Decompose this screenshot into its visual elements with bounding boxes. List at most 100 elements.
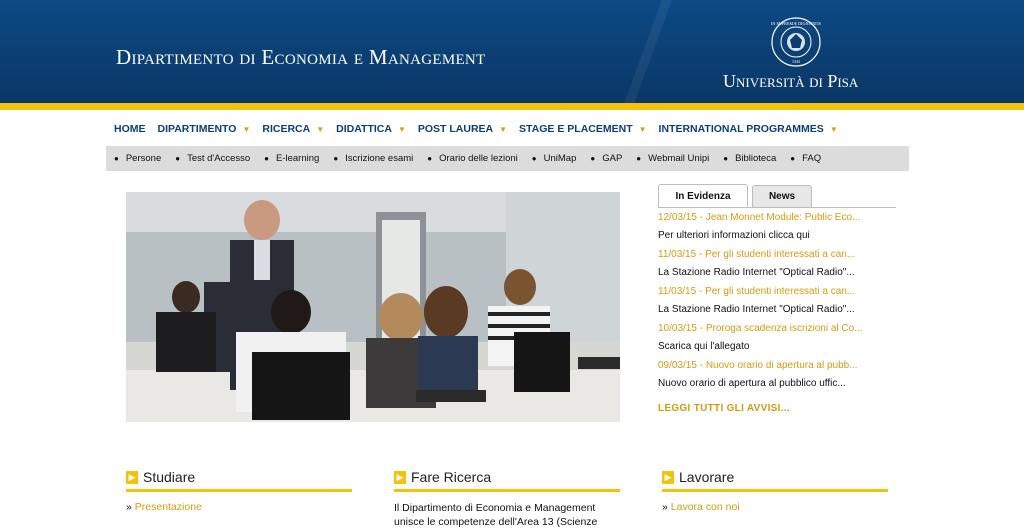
quicklink-iscrizione-esami[interactable]: ● Iscrizione esami bbox=[333, 153, 413, 164]
read-all-link[interactable]: LEGGI TUTTI GLI AVVISI... bbox=[658, 403, 790, 414]
nav-label: DIPARTIMENTO bbox=[157, 123, 237, 135]
nav-label: DIDATTICA bbox=[336, 123, 392, 135]
section-link[interactable]: » Presentazione bbox=[126, 501, 352, 513]
bullet-icon: ● bbox=[590, 154, 596, 163]
news-description: La Stazione Radio Internet "Optical Radi… bbox=[658, 267, 855, 278]
section-underline bbox=[394, 489, 620, 492]
link-lavora-con-noi[interactable]: Lavora con noi bbox=[671, 501, 740, 513]
department-title[interactable]: Dipartimento di Economia e Management bbox=[116, 45, 486, 70]
site-header: Dipartimento di Economia e Management IN… bbox=[0, 0, 1024, 103]
bullet-icon: ● bbox=[175, 154, 181, 163]
bullet-icon: ● bbox=[114, 154, 119, 163]
section-title[interactable]: Studiare bbox=[143, 469, 195, 485]
bullet-icon: ● bbox=[264, 154, 269, 163]
quicklink-persone[interactable]: ● Persone bbox=[114, 153, 161, 164]
quicklink-label: Test d'Accesso bbox=[187, 153, 251, 164]
chevron-down-icon: ▼ bbox=[242, 124, 251, 134]
main-navigation: HOME DIPARTIMENTO ▼ RICERCA ▼ DIDATTICA ▼ P… bbox=[114, 122, 850, 136]
section-studiare: ▶ Studiare » Presentazione bbox=[126, 468, 352, 513]
nav-didattica[interactable]: DIDATTICA ▼ bbox=[336, 123, 406, 135]
nav-label: RICERCA bbox=[262, 123, 311, 135]
quicklink-biblioteca[interactable]: ● Biblioteca bbox=[723, 153, 776, 164]
classroom-photo bbox=[126, 192, 620, 422]
nav-post-laurea[interactable]: POST LAUREA ▼ bbox=[418, 123, 507, 135]
section-lavorare: ▶ Lavorare » Lavora con noi bbox=[662, 468, 888, 513]
chevron-down-icon: ▼ bbox=[499, 124, 508, 134]
section-link[interactable]: » Lavora con noi bbox=[662, 501, 888, 513]
quicklink-orario-lezioni[interactable]: ● Orario delle lezioni bbox=[427, 153, 518, 164]
nav-international-programmes[interactable]: INTERNATIONAL PROGRAMMES ▼ bbox=[659, 123, 838, 135]
quicklink-e-learning[interactable]: ● E-learning bbox=[264, 153, 319, 164]
bullet-icon: ● bbox=[427, 154, 433, 163]
news-item: 12/03/15 - Jean Monnet Module: Public Ec… bbox=[658, 212, 898, 243]
section-title[interactable]: Lavorare bbox=[679, 469, 734, 485]
bullet-icon: ● bbox=[723, 154, 729, 163]
section-title[interactable]: Fare Ricerca bbox=[411, 469, 491, 485]
bullet-icon: ● bbox=[636, 154, 642, 163]
news-description: Nuovo orario di apertura al pubblico uff… bbox=[658, 378, 846, 389]
nav-ricerca[interactable]: RICERCA ▼ bbox=[262, 123, 324, 135]
news-title[interactable]: 11/03/15 - Per gli studenti interessati … bbox=[658, 249, 898, 262]
section-header: ▶ Fare Ricerca bbox=[394, 468, 620, 486]
news-title[interactable]: 10/03/15 - Proroga scadenza iscrizioni a… bbox=[658, 323, 898, 336]
tab-news[interactable]: News bbox=[752, 185, 812, 207]
news-title[interactable]: 12/03/15 - Jean Monnet Module: Public Ec… bbox=[658, 212, 898, 225]
nav-label: STAGE E PLACEMENT bbox=[519, 123, 633, 135]
nav-label: POST LAUREA bbox=[417, 123, 494, 135]
news-description: Scarica qui l'allegato bbox=[658, 341, 750, 352]
university-name[interactable]: Università di Pisa bbox=[723, 71, 858, 92]
header-decoration bbox=[610, 0, 680, 103]
quicklink-webmail[interactable]: ● Webmail Unipi bbox=[636, 153, 709, 164]
seal-ring-text: IN SUPREMÆ DIGNITATIS bbox=[771, 21, 822, 26]
news-item: 11/03/15 - Per gli studenti interessati … bbox=[658, 249, 898, 280]
quicklink-label: FAQ bbox=[802, 153, 822, 164]
section-text: Il Dipartimento di Economia e Management… bbox=[394, 502, 598, 528]
chevron-down-icon: ▼ bbox=[316, 124, 325, 134]
tab-in-evidenza[interactable]: In Evidenza bbox=[658, 184, 748, 207]
quicklink-unimap[interactable]: ● UniMap bbox=[532, 153, 577, 164]
chevron-down-icon: ▼ bbox=[638, 124, 647, 134]
news-title[interactable]: 09/03/15 - Nuovo orario di apertura al p… bbox=[658, 360, 898, 373]
news-item: 10/03/15 - Proroga scadenza iscrizioni a… bbox=[658, 323, 898, 354]
quicklink-label: Persone bbox=[125, 153, 162, 164]
nav-label: INTERNATIONAL PROGRAMMES bbox=[658, 123, 824, 135]
university-seal-icon: IN SUPREMÆ DIGNITATIS 1343 bbox=[771, 17, 822, 67]
chevron-down-icon: ▼ bbox=[397, 124, 406, 134]
quicklink-label: E-learning bbox=[276, 153, 320, 164]
section-underline bbox=[126, 489, 352, 492]
arrow-right-icon: ▶ bbox=[662, 470, 674, 484]
bullet-icon: ● bbox=[790, 154, 796, 163]
tab-divider bbox=[658, 207, 896, 208]
quicklink-label: Orario delle lezioni bbox=[439, 153, 518, 164]
quicklink-label: Webmail Unipi bbox=[648, 153, 710, 164]
news-item: 09/03/15 - Nuovo orario di apertura al p… bbox=[658, 360, 898, 391]
hero-photo bbox=[126, 192, 620, 422]
section-fare-ricerca: ▶ Fare Ricerca Il Dipartimento di Econom… bbox=[394, 468, 620, 529]
news-list: 12/03/15 - Jean Monnet Module: Public Ec… bbox=[658, 212, 898, 397]
nav-home[interactable]: HOME bbox=[114, 123, 146, 135]
quicklink-label: Iscrizione esami bbox=[345, 153, 414, 164]
section-underline bbox=[662, 489, 888, 492]
arrow-right-icon: ▶ bbox=[126, 470, 138, 484]
seal-year: 1343 bbox=[792, 59, 800, 64]
quicklink-gap[interactable]: ● GAP bbox=[590, 153, 622, 164]
quicklink-label: UniMap bbox=[543, 153, 577, 164]
bullet-icon: ● bbox=[531, 154, 537, 163]
nav-dipartimento[interactable]: DIPARTIMENTO ▼ bbox=[158, 123, 251, 135]
news-description: La Stazione Radio Internet "Optical Radi… bbox=[658, 304, 855, 315]
link-presentazione[interactable]: Presentazione bbox=[135, 501, 202, 513]
quicklink-label: Biblioteca bbox=[735, 153, 777, 164]
quicklink-label: GAP bbox=[602, 153, 623, 164]
quicklink-faq[interactable]: ● FAQ bbox=[790, 153, 821, 164]
news-description: Per ulteriori informazioni clicca qui bbox=[658, 230, 810, 241]
quicklink-test-accesso[interactable]: ● Test d'Accesso bbox=[175, 153, 250, 164]
nav-label: HOME bbox=[114, 123, 146, 135]
chevron-down-icon: ▼ bbox=[829, 124, 838, 134]
section-header: ▶ Lavorare bbox=[662, 468, 888, 486]
header-gold-bar bbox=[0, 103, 1024, 110]
quick-links-bar: ● Persone ● Test d'Accesso ● E-learning ● Is… bbox=[106, 146, 909, 171]
bullet-icon: ● bbox=[333, 154, 339, 163]
section-header: ▶ Studiare bbox=[126, 468, 352, 486]
news-title[interactable]: 11/03/15 - Per gli studenti interessati … bbox=[658, 286, 898, 299]
nav-stage-placement[interactable]: STAGE E PLACEMENT ▼ bbox=[519, 123, 646, 135]
